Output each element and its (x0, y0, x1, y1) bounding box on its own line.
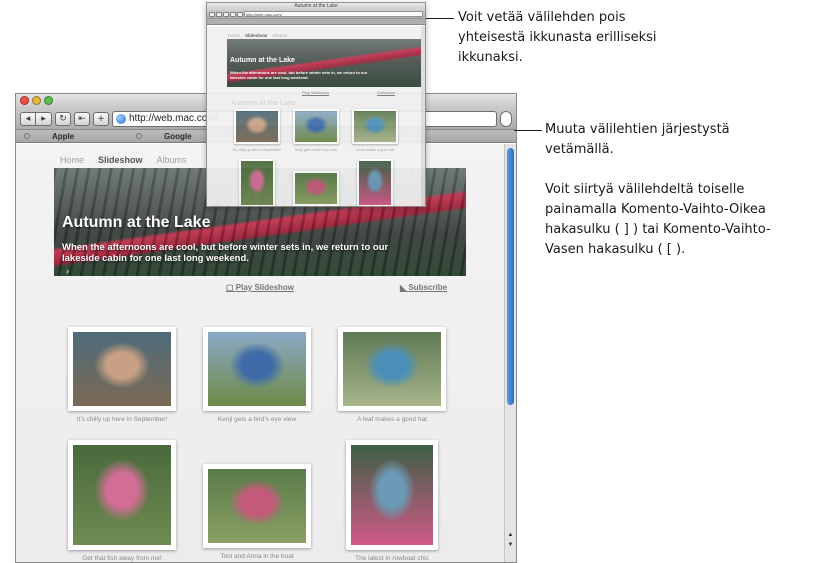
photo-item[interactable]: It's chilly up here in September! (68, 327, 176, 423)
tab-close-icon[interactable] (136, 133, 142, 139)
site-nav: Home Slideshow Albums (60, 155, 187, 165)
mini-forward-button[interactable] (216, 11, 222, 17)
photo-caption: It's chilly up here in September! (76, 416, 168, 423)
mini-reload-button[interactable] (223, 11, 229, 17)
nav-buttons: ◂ ▸ (20, 111, 52, 126)
reload-button[interactable]: ↻ (55, 111, 71, 126)
mini-hero-title: Autumn at the Lake (230, 57, 295, 64)
photo-frame (68, 327, 176, 411)
mini-title-bar[interactable]: Autumn at the Lake (207, 3, 425, 10)
minimize-button[interactable] (32, 96, 41, 105)
photo-image (351, 445, 433, 545)
photo-item[interactable]: A leaf makes a good hat (338, 327, 446, 423)
callout-middle: Muuta välilehtien järjestystä vetämällä. (545, 122, 730, 157)
close-button[interactable] (20, 96, 29, 105)
mini-photo-image (295, 111, 337, 142)
photo-image (73, 332, 171, 406)
mini-photo-image (359, 161, 391, 205)
photo-frame (346, 440, 438, 550)
mini-scrollbar[interactable] (421, 26, 425, 206)
detached-tab-window[interactable]: Autumn at the Lake http://web.mac.com/ H… (206, 2, 426, 207)
photo-item[interactable]: The latest in rowboat chic (346, 440, 438, 562)
mini-snapback-button[interactable] (230, 11, 236, 17)
snapback-button[interactable]: ⇤ (74, 111, 90, 126)
hero-title: Autumn at the Lake (62, 214, 211, 231)
photo-frame (203, 464, 311, 548)
mini-nav-albums[interactable]: Albums (272, 33, 287, 38)
mini-address-bar[interactable]: http://web.mac.com/ (244, 11, 423, 17)
hero-arrow-icon[interactable]: › (66, 266, 69, 276)
mini-photo-caption: It's chilly up here in September! (232, 148, 282, 152)
photo-caption: Kenji gets a bird's eye view (217, 416, 297, 423)
mini-nav-slideshow[interactable]: Slideshow (245, 33, 267, 38)
mini-photo-image (354, 111, 396, 142)
mini-toolbar: http://web.mac.com/ (207, 10, 425, 19)
mini-photo-item[interactable] (357, 159, 393, 206)
photo-caption: Toni and Anna in the boat (220, 553, 294, 560)
mini-tab-bar (207, 19, 425, 25)
vertical-scrollbar[interactable]: ▲ ▼ (504, 144, 516, 562)
nav-albums[interactable]: Albums (157, 155, 187, 165)
callout-leader-top (426, 18, 454, 19)
mini-photo-item[interactable] (234, 109, 280, 144)
photo-caption: Get that fish away from me! (82, 555, 162, 562)
photo-item[interactable]: Kenji gets a bird's eye view (203, 327, 311, 423)
subscribe-link[interactable]: ◣ Subscribe (400, 283, 447, 292)
back-button[interactable]: ◂ (20, 111, 36, 126)
tab-label: Google (164, 131, 192, 141)
mini-photo-image (295, 173, 337, 204)
hero-subtitle: When the afternoons are cool, but before… (62, 242, 389, 264)
mini-photo-item[interactable] (239, 159, 275, 206)
scroll-down-arrow-icon[interactable]: ▼ (506, 542, 515, 548)
subscribe-label: Subscribe (408, 283, 448, 292)
mini-nav-home[interactable]: Home (228, 33, 240, 38)
mini-photo-item[interactable] (293, 171, 339, 206)
scrollbar-thumb[interactable] (507, 148, 514, 405)
mini-photo-image (241, 161, 273, 205)
photo-caption: A leaf makes a good hat (357, 416, 427, 423)
globe-icon (116, 113, 126, 124)
window-controls (20, 96, 53, 105)
play-slideshow-label: Play Slideshow (235, 283, 295, 292)
mini-photo-image (236, 111, 278, 142)
nav-slideshow[interactable]: Slideshow (98, 155, 143, 165)
mini-photo-caption: Kenji gets a bird's eye view (294, 148, 338, 152)
play-slideshow-link[interactable]: ▢ Play Slideshow (226, 283, 294, 292)
scroll-up-arrow-icon[interactable]: ▲ (506, 532, 515, 538)
mini-add-button[interactable] (237, 11, 243, 17)
search-field[interactable] (500, 110, 512, 127)
photo-item[interactable]: Get that fish away from me! (68, 440, 176, 562)
photo-image (73, 445, 171, 545)
photo-frame (68, 440, 176, 550)
callout-bottom: Voit siirtyä välilehdeltä toiselle paina… (545, 182, 771, 257)
nav-home[interactable]: Home (60, 155, 84, 165)
mini-play-slideshow-link[interactable]: Play Slideshow (302, 90, 329, 95)
mini-hero-subtitle: When the afternoons are cool, but before… (230, 70, 368, 80)
mini-subscribe-link[interactable]: Subscribe (377, 90, 395, 95)
photo-image (208, 332, 306, 406)
tab-label: Apple (52, 131, 75, 141)
photo-frame (203, 327, 311, 411)
mini-photo-caption: A leaf makes a good hat (356, 148, 394, 152)
photo-item[interactable]: Toni and Anna in the boat (203, 464, 311, 560)
photo-image (343, 332, 441, 406)
mini-web-page: Home Slideshow Albums Autumn at the Lake… (207, 26, 423, 206)
mini-photo-item[interactable] (352, 109, 398, 144)
photo-caption: The latest in rowboat chic (355, 555, 429, 562)
forward-button[interactable]: ▸ (36, 111, 52, 126)
callout-leader-middle (514, 130, 542, 131)
mini-hero-banner: Autumn at the Lake When the afternoons a… (227, 39, 423, 87)
tab-close-icon[interactable] (24, 133, 30, 139)
add-bookmark-button[interactable]: + (93, 111, 109, 126)
photo-image (208, 469, 306, 543)
photo-frame (338, 327, 446, 411)
callout-top: Voit vetää välilehden pois yhteisestä ik… (458, 10, 657, 65)
mini-site-nav: Home Slideshow Albums (228, 33, 287, 38)
tab-apple[interactable]: Apple (16, 132, 128, 141)
mini-photo-item[interactable] (293, 109, 339, 144)
mini-back-button[interactable] (209, 11, 215, 17)
zoom-button[interactable] (44, 96, 53, 105)
mini-ghost-title: Autumn at the Lake (231, 100, 296, 107)
